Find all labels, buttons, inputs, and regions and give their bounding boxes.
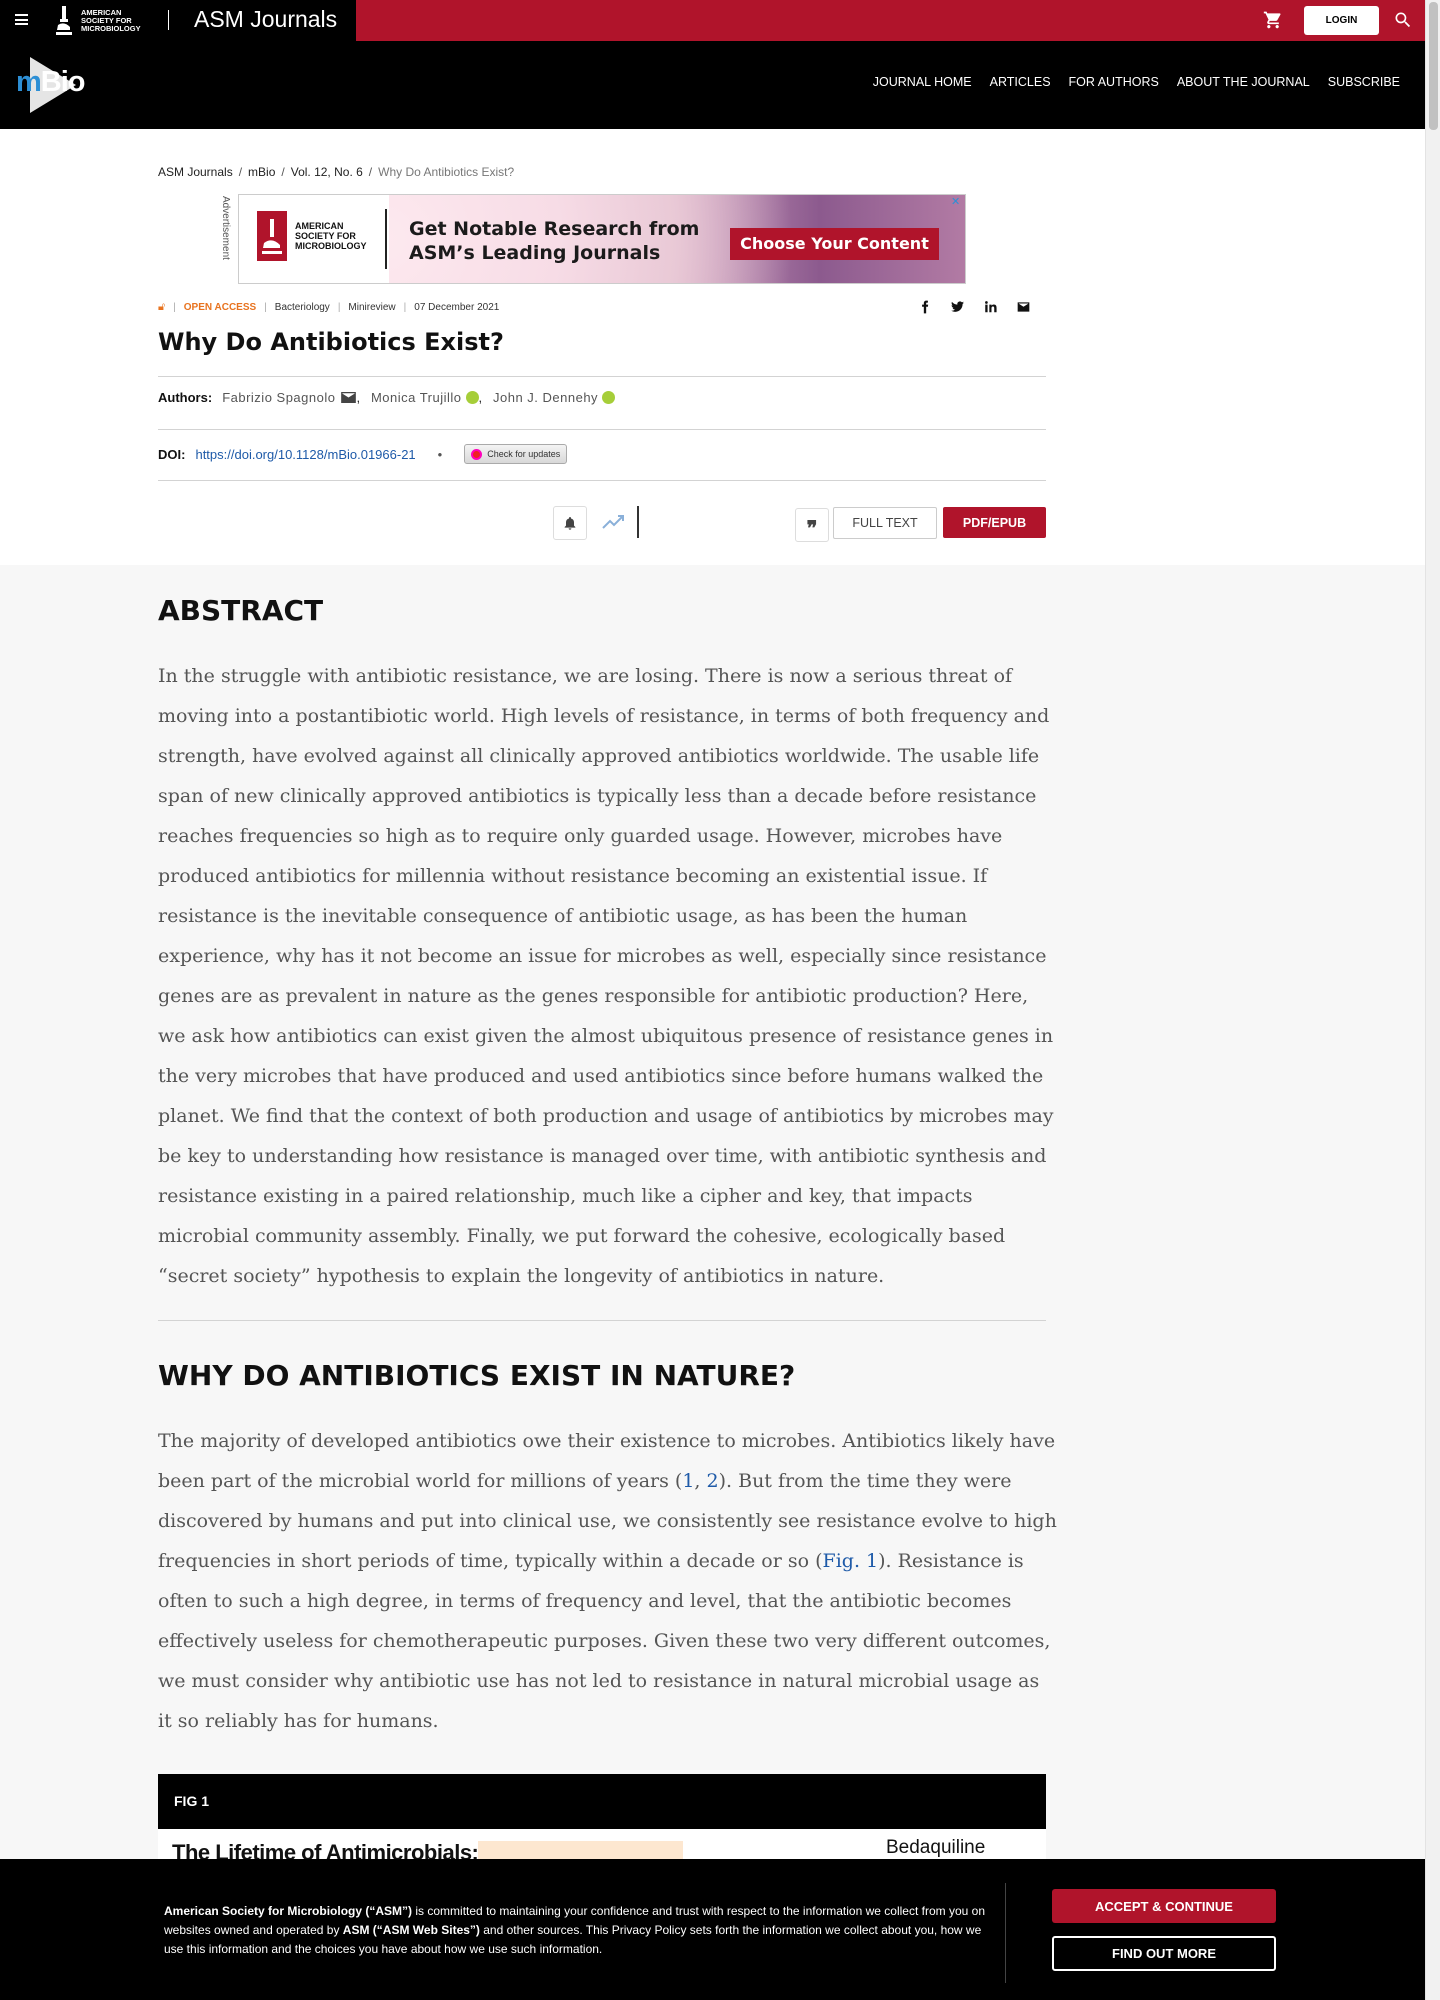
- mbio-logo[interactable]: mBio: [16, 57, 96, 113]
- orcid-icon[interactable]: [465, 391, 479, 404]
- breadcrumb-separator: /: [238, 165, 243, 179]
- author-name[interactable]: Fabrizio Spagnolo: [222, 390, 335, 405]
- nav-about-the-journal[interactable]: ABOUT THE JOURNAL: [1177, 75, 1310, 89]
- cart-icon[interactable]: [1262, 10, 1284, 30]
- divider: [158, 376, 1046, 377]
- journal-header: mBio JOURNAL HOME ARTICLES FOR AUTHORS A…: [0, 41, 1425, 129]
- author-separator: ,: [356, 390, 371, 405]
- ad-logo-text: AMERICAN SOCIETY FOR MICROBIOLOGY: [295, 221, 367, 251]
- nav-for-authors[interactable]: FOR AUTHORS: [1069, 75, 1159, 89]
- abstract-text: In the struggle with antibiotic resistan…: [158, 665, 1054, 1287]
- open-lock-icon: 🔓︎: [158, 301, 166, 313]
- breadcrumb-asm-journals[interactable]: ASM Journals: [158, 165, 233, 179]
- article-category[interactable]: Bacteriology: [275, 302, 330, 313]
- nav-subscribe[interactable]: SUBSCRIBE: [1328, 75, 1400, 89]
- article-title: Why Do Antibiotics Exist?: [158, 328, 504, 356]
- twitter-icon[interactable]: [950, 300, 965, 314]
- author-separator: ,: [478, 390, 493, 405]
- cookie-divider: [1005, 1883, 1006, 1983]
- breadcrumb: ASM Journals / mBio / Vol. 12, No. 6 / Why …: [158, 165, 514, 179]
- orcid-icon[interactable]: [602, 391, 616, 404]
- doi-label: DOI:: [158, 446, 186, 462]
- reference-link[interactable]: 2: [707, 1470, 719, 1492]
- breadcrumb-issue[interactable]: Vol. 12, No. 6: [291, 165, 363, 179]
- brand-divider: [168, 10, 169, 30]
- section-heading: WHY DO ANTIBIOTICS EXIST IN NATURE?: [158, 1359, 796, 1392]
- ad-cta-button[interactable]: Choose Your Content: [730, 228, 939, 260]
- article-tools: ❞ FULL TEXT PDF/EPUB: [0, 506, 1425, 542]
- divider: [158, 480, 1046, 481]
- search-icon[interactable]: [1393, 10, 1413, 30]
- accept-continue-button[interactable]: ACCEPT & CONTINUE: [1052, 1889, 1276, 1923]
- top-bar: AMERICAN SOCIETY FOR MICROBIOLOGY ASM Jo…: [0, 0, 1425, 41]
- alert-button[interactable]: [553, 506, 587, 540]
- reference-link[interactable]: 1: [682, 1470, 694, 1492]
- cite-quote-icon[interactable]: ❞: [795, 508, 829, 542]
- ad-divider: [385, 209, 387, 269]
- authors-label: Authors:: [158, 390, 213, 405]
- tools-divider: [637, 506, 639, 538]
- mbio-logo-m: m: [16, 66, 42, 98]
- meta-separator: |: [173, 302, 176, 313]
- divider: [158, 1320, 1046, 1321]
- asm-logo[interactable]: AMERICAN SOCIETY FOR MICROBIOLOGY: [55, 3, 141, 38]
- bell-icon: [564, 517, 576, 530]
- section-paragraph: The majority of developed antibiotics ow…: [158, 1430, 1057, 1732]
- author-name[interactable]: Monica Trujillo: [371, 390, 462, 405]
- cookie-banner: American Society for Microbiology (“ASM”…: [0, 1859, 1425, 2000]
- author-name[interactable]: John J. Dennehy: [493, 390, 598, 405]
- ad-close-icon[interactable]: ✕: [951, 196, 963, 208]
- open-access-badge: OPEN ACCESS: [183, 302, 257, 313]
- nav-journal-home[interactable]: JOURNAL HOME: [873, 75, 972, 89]
- journal-nav: JOURNAL HOME ARTICLES FOR AUTHORS ABOUT …: [873, 75, 1400, 89]
- pdf-epub-button[interactable]: PDF/EPUB: [943, 507, 1046, 538]
- advertisement-banner[interactable]: AMERICAN SOCIETY FOR MICROBIOLOGY Get Nota…: [238, 194, 966, 284]
- email-icon[interactable]: [1016, 300, 1031, 314]
- check-for-updates-label: Check for updates: [487, 449, 561, 459]
- publication-date: 07 December 2021: [414, 302, 500, 313]
- brand-title[interactable]: ASM Journals: [194, 6, 337, 33]
- cookie-message: American Society for Microbiology (“ASM”…: [164, 1904, 985, 1956]
- asm-logo-text: AMERICAN SOCIETY FOR MICROBIOLOGY: [81, 7, 141, 33]
- breadcrumb-separator: /: [281, 165, 285, 179]
- figure-image-label: Bedaquiline: [886, 1837, 986, 1858]
- ad-asm-logo: AMERICAN SOCIETY FOR MICROBIOLOGY: [257, 211, 367, 261]
- meta-separator: |: [264, 302, 267, 313]
- metrics-trend-icon[interactable]: [602, 514, 626, 530]
- breadcrumb-separator: /: [368, 165, 373, 179]
- abstract-heading: ABSTRACT: [158, 594, 324, 627]
- authors-row: Authors: Fabrizio Spagnolo , Monica Truj…: [158, 390, 616, 405]
- article-type: Minireview: [348, 302, 396, 313]
- scrollbar-thumb[interactable]: [1429, 2, 1438, 130]
- ad-microscope-icon: [257, 211, 287, 261]
- doi-separator: •: [437, 446, 443, 462]
- ad-headline: Get Notable Research from ASM’s Leading J…: [409, 218, 700, 264]
- nav-articles[interactable]: ARTICLES: [990, 75, 1051, 89]
- find-out-more-button[interactable]: FIND OUT MORE: [1052, 1936, 1276, 1971]
- facebook-icon[interactable]: [918, 300, 932, 314]
- meta-separator: |: [403, 302, 407, 313]
- linkedin-icon[interactable]: [983, 300, 998, 314]
- doi-row: DOI: https://doi.org/10.1128/mBio.01966-…: [158, 444, 568, 464]
- page-scrollbar[interactable]: [1425, 0, 1440, 2000]
- microscope-icon: [56, 5, 72, 35]
- crossmark-icon: [471, 448, 483, 460]
- mbio-logo-bio: Bio: [40, 66, 86, 98]
- divider: [158, 429, 1046, 430]
- menu-icon[interactable]: [15, 14, 28, 25]
- figure-link[interactable]: Fig. 1: [823, 1550, 879, 1572]
- breadcrumb-mbio[interactable]: mBio: [248, 165, 275, 179]
- article-meta: 🔓︎ | OPEN ACCESS | Bacteriology | Minire…: [158, 301, 499, 314]
- meta-separator: |: [337, 302, 341, 313]
- figure-label: FIG 1: [174, 1793, 210, 1809]
- full-text-button[interactable]: FULL TEXT: [833, 507, 937, 539]
- advertisement-label: Advertisement: [220, 196, 231, 260]
- login-button[interactable]: LOGIN: [1304, 6, 1379, 35]
- corresponding-author-email-icon[interactable]: [341, 392, 357, 403]
- breadcrumb-current: Why Do Antibiotics Exist?: [378, 165, 515, 179]
- share-bar: [918, 300, 1031, 314]
- check-for-updates-button[interactable]: Check for updates: [464, 444, 568, 464]
- doi-link[interactable]: https://doi.org/10.1128/mBio.01966-21: [195, 447, 415, 462]
